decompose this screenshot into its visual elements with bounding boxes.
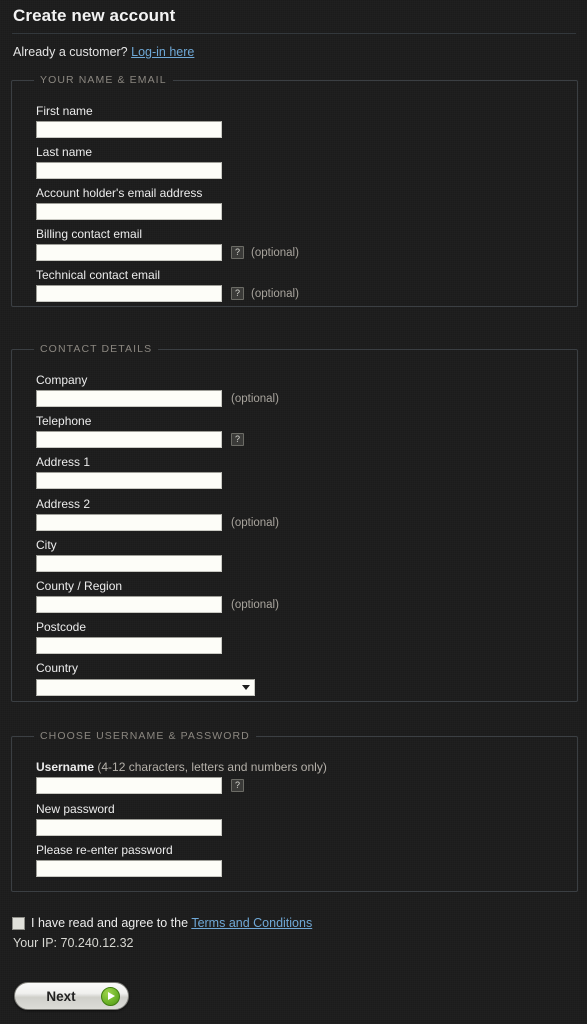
field-first-name: First name (36, 104, 222, 138)
title-divider (12, 33, 576, 34)
telephone-input[interactable] (36, 431, 222, 448)
first-name-input[interactable] (36, 121, 222, 138)
fieldset-contact-details-legend: CONTACT DETAILS (40, 343, 153, 355)
first-name-label: First name (36, 104, 93, 118)
telephone-help-icon[interactable]: ? (231, 433, 244, 446)
field-technical-email: Technical contact email ? (optional) (36, 268, 299, 302)
confirm-password-label: Please re-enter password (36, 843, 173, 857)
county-region-input[interactable] (36, 596, 222, 613)
city-label: City (36, 538, 57, 552)
new-password-label: New password (36, 802, 115, 816)
county-region-optional-text: (optional) (231, 598, 279, 611)
new-password-input[interactable] (36, 819, 222, 836)
already-customer-text: Already a customer? (13, 45, 128, 59)
address-1-input[interactable] (36, 472, 222, 489)
create-account-page: Create new account Already a customer? L… (0, 0, 587, 1024)
field-company: Company (optional) (36, 373, 279, 407)
fieldset-username-password-legend: CHOOSE USERNAME & PASSWORD (40, 730, 250, 742)
billing-email-optional-text: (optional) (251, 246, 299, 259)
postcode-input[interactable] (36, 637, 222, 654)
fieldset-username-password: CHOOSE USERNAME & PASSWORD Username (4-1… (11, 730, 578, 892)
account-holder-email-label: Account holder's email address (36, 186, 203, 200)
terms-agreement-row: I have read and agree to the Terms and C… (12, 916, 312, 930)
field-new-password: New password (36, 802, 222, 836)
ip-address-line: Your IP: 70.240.12.32 (13, 936, 134, 950)
terms-text: I have read and agree to the Terms and C… (31, 916, 312, 930)
confirm-password-input[interactable] (36, 860, 222, 877)
page-title: Create new account (13, 6, 176, 25)
postcode-label: Postcode (36, 620, 87, 634)
billing-email-input[interactable] (36, 244, 222, 261)
terms-checkbox[interactable] (12, 916, 25, 930)
login-link[interactable]: Log-in here (131, 45, 194, 59)
country-label: Country (36, 661, 79, 675)
field-country: Country (36, 661, 255, 696)
field-address-2: Address 2 (optional) (36, 497, 279, 531)
field-address-1: Address 1 (36, 455, 222, 489)
company-optional-text: (optional) (231, 392, 279, 405)
account-holder-email-input[interactable] (36, 203, 222, 220)
field-postcode: Postcode (36, 620, 222, 654)
next-button[interactable]: Next (14, 982, 129, 1010)
field-city: City (36, 538, 222, 572)
field-confirm-password: Please re-enter password (36, 843, 222, 877)
ip-label: Your IP: (13, 936, 58, 950)
address-2-optional-text: (optional) (231, 516, 279, 529)
field-county-region: County / Region (optional) (36, 579, 279, 613)
telephone-label: Telephone (36, 414, 92, 428)
billing-email-help-icon[interactable]: ? (231, 246, 244, 259)
technical-email-help-icon[interactable]: ? (231, 287, 244, 300)
field-username: Username (4-12 characters, letters and n… (36, 760, 327, 794)
billing-email-label: Billing contact email (36, 227, 143, 241)
terms-label: I have read and agree to the (31, 916, 189, 930)
last-name-input[interactable] (36, 162, 222, 179)
technical-email-input[interactable] (36, 285, 222, 302)
city-input[interactable] (36, 555, 222, 572)
terms-and-conditions-link[interactable]: Terms and Conditions (191, 916, 312, 930)
username-help-icon[interactable]: ? (231, 779, 244, 792)
already-customer-line: Already a customer? Log-in here (13, 45, 194, 59)
username-hint-text: (4-12 characters, letters and numbers on… (97, 760, 327, 774)
country-select[interactable] (36, 678, 255, 696)
username-label-text: Username (36, 760, 95, 774)
username-input[interactable] (36, 777, 222, 794)
fieldset-name-email: YOUR NAME & EMAIL First name Last name A… (11, 74, 578, 307)
company-input[interactable] (36, 390, 222, 407)
field-last-name: Last name (36, 145, 222, 179)
address-2-label: Address 2 (36, 497, 91, 511)
address-2-input[interactable] (36, 514, 222, 531)
username-label: Username (4-12 characters, letters and n… (36, 760, 327, 774)
play-arrow-icon (101, 986, 120, 1006)
technical-email-label: Technical contact email (36, 268, 161, 282)
fieldset-contact-details: CONTACT DETAILS Company (optional) Telep… (11, 343, 578, 702)
company-label: Company (36, 373, 88, 387)
field-account-holder-email: Account holder's email address (36, 186, 222, 220)
fieldset-name-email-legend: YOUR NAME & EMAIL (40, 74, 167, 86)
field-billing-email: Billing contact email ? (optional) (36, 227, 299, 261)
last-name-label: Last name (36, 145, 93, 159)
technical-email-optional-text: (optional) (251, 287, 299, 300)
address-1-label: Address 1 (36, 455, 91, 469)
next-button-label: Next (46, 988, 76, 1004)
ip-value: 70.240.12.32 (60, 936, 134, 950)
field-telephone: Telephone ? (36, 414, 244, 448)
county-region-label: County / Region (36, 579, 123, 593)
country-select-wrapper (36, 678, 255, 696)
